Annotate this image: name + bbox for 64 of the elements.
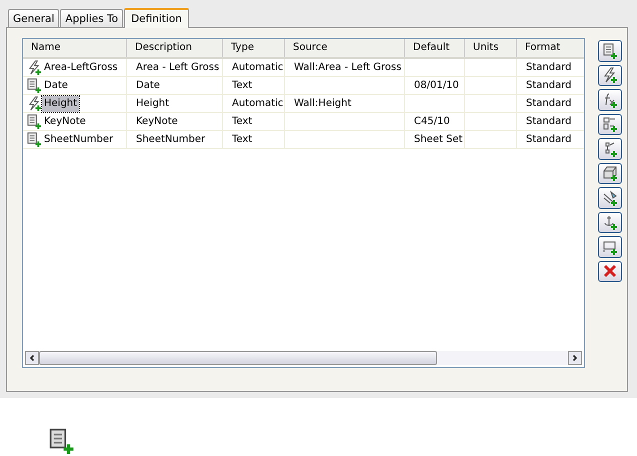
table-cell[interactable]: Date	[42, 78, 70, 94]
table-cell-text: Standard	[526, 78, 572, 92]
table-cell-text: Wall:Area - Left Gross	[294, 60, 402, 74]
column-header[interactable]: Description	[127, 39, 223, 57]
column-header[interactable]: Name	[23, 39, 127, 57]
table-plus-icon	[27, 114, 42, 129]
frame-plus-button[interactable]	[598, 236, 622, 258]
scroll-left-button[interactable]	[25, 351, 39, 365]
grid-plus-button[interactable]	[598, 114, 622, 135]
frame-plus-icon	[602, 238, 618, 255]
table-cell[interactable]: Height	[42, 96, 80, 112]
lightning-plus-icon	[27, 60, 42, 75]
table-cell-text: C45/10	[414, 114, 450, 128]
grid-plus-icon	[602, 116, 618, 132]
table-plus-icon	[27, 132, 42, 147]
formula-plus-icon	[602, 92, 618, 108]
table-cell-text: Area - Left Gross	[136, 60, 220, 74]
anchor-plus-icon	[602, 214, 618, 230]
tab[interactable]: Definition	[124, 8, 189, 28]
column-header[interactable]: Source	[285, 39, 405, 57]
lightning-plus-icon	[602, 67, 618, 84]
table-cell-text: Wall:Height	[294, 96, 352, 110]
column-header[interactable]: Format	[517, 39, 584, 57]
table-cell[interactable]: SheetNumber	[42, 132, 116, 148]
column-header[interactable]: Default	[405, 39, 465, 57]
table-cell-text: Date	[136, 78, 160, 92]
table-cell-text: Standard	[526, 114, 572, 128]
table-cell-text: Standard	[526, 132, 572, 146]
horizontal-scrollbar[interactable]	[25, 351, 582, 365]
anchor-plus-button[interactable]	[598, 212, 622, 233]
table-cell-text: 08/01/10	[414, 78, 459, 92]
delete-icon	[602, 263, 618, 280]
table-cell-text: Standard	[526, 60, 572, 74]
table-plus-icon	[27, 78, 42, 93]
lightning-plus-button[interactable]	[598, 64, 622, 86]
table-plus-icon	[48, 428, 76, 454]
chevron-right-icon	[571, 354, 579, 362]
table-plus-button[interactable]	[598, 40, 622, 62]
scroll-thumb[interactable]	[39, 351, 437, 365]
table-cell-text: Automatic	[232, 60, 284, 74]
lightning-plus-icon	[27, 96, 42, 111]
delete-button[interactable]	[598, 260, 622, 282]
chevron-left-icon	[28, 354, 36, 362]
tab[interactable]: General	[8, 9, 60, 27]
table-cell-text: Text	[232, 114, 252, 128]
table-cell-text: KeyNote	[136, 114, 178, 128]
table-cell-text: Height	[136, 96, 170, 110]
block-plus-button[interactable]	[598, 162, 622, 184]
scroll-right-button[interactable]	[568, 351, 582, 365]
table-cell[interactable]: Area-LeftGross	[42, 60, 120, 76]
table-cell-text: Automatic	[232, 96, 284, 110]
table-cell[interactable]: KeyNote	[42, 114, 88, 130]
table-cell-text: Sheet Set	[414, 132, 463, 146]
table-cell-text: SheetNumber	[136, 132, 206, 146]
table-cell-text: Standard	[526, 96, 572, 110]
tree-plus-button[interactable]	[598, 138, 622, 160]
column-header[interactable]: Units	[465, 39, 517, 57]
formula-plus-button[interactable]	[598, 89, 622, 110]
tab[interactable]: Applies To	[60, 9, 124, 27]
table-cell-text: Text	[232, 132, 252, 146]
block-plus-icon	[602, 165, 618, 182]
table-cell-text: Text	[232, 78, 252, 92]
table-plus-icon	[602, 42, 618, 59]
column-header[interactable]: Type	[223, 39, 285, 57]
